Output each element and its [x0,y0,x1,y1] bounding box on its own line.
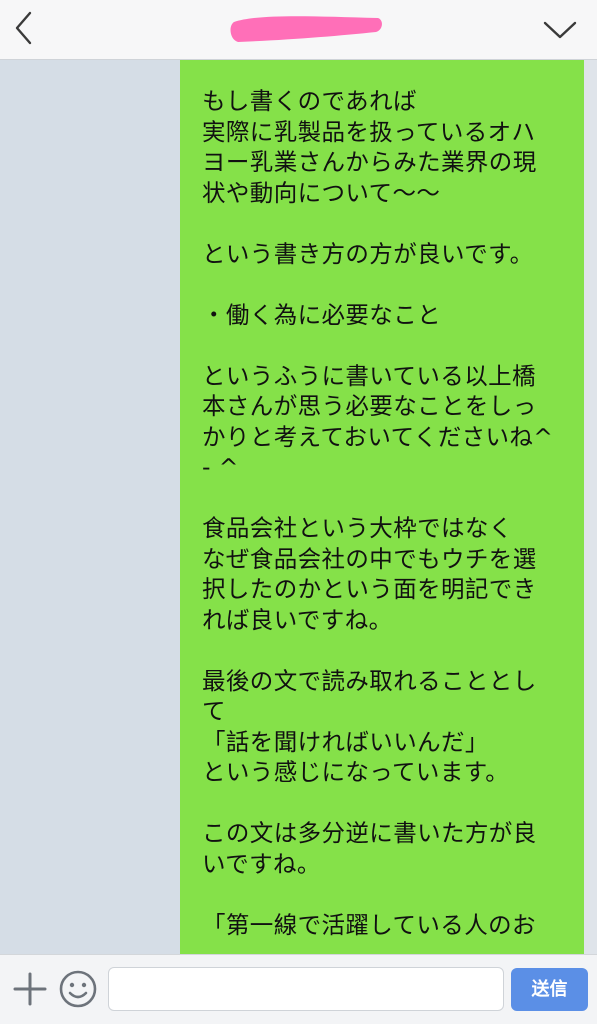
message-line: 状や動向について〜〜 [202,178,441,207]
message-line: この文は多分逆に書いた方が良 [202,819,537,847]
send-button[interactable]: 送信 [511,968,588,1011]
message-line: れば良いですね。 [202,605,393,634]
message-line: - ^ [202,453,239,481]
message-line: ・働く為に必要なこと [202,300,441,329]
message-text: もし書くのであれば 実際に乳製品を扱っているオハ ヨー乳業さんからみた業界の現 … [202,86,560,940]
message-line [202,635,560,666]
message-line [202,879,560,910]
message-line: 「第一線で活躍している人のお [202,910,536,939]
message-line: というふうに書いている以上橋 [202,361,536,390]
message-line: 択したのかという面を明記でき [202,575,537,603]
message-line [202,269,560,300]
redacted-chat-title [228,10,384,46]
chat-area[interactable]: もし書くのであれば 実際に乳製品を扱っているオハ ヨー乳業さんからみた業界の現 … [0,60,597,954]
message-line [202,208,560,239]
composer-bar: 送信 [0,954,597,1024]
chevron-left-icon [15,11,32,45]
chat-header [0,0,597,60]
message-line: 本さんが思う必要なことをしっ [202,392,537,420]
message-line: 食品会社という大枠ではなく [202,514,513,542]
message-line: 実際に乳製品を扱っているオハ [202,117,536,146]
emoji-button[interactable] [58,969,98,1009]
menu-toggle-button[interactable] [540,14,580,44]
message-line: という感じになっています。 [202,758,510,786]
message-line: なぜ食品会社の中でもウチを選 [202,544,537,573]
message-line: もし書くのであれば [202,87,417,115]
message-input[interactable] [108,967,504,1011]
message-line [202,483,560,514]
chat-screen: もし書くのであれば 実際に乳製品を扱っているオハ ヨー乳業さんからみた業界の現 … [0,0,597,1024]
chat-edge-strip [584,60,597,954]
message-line: ヨー乳業さんからみた業界の現 [202,148,537,176]
smiley-icon [59,970,97,1008]
plus-icon [13,972,47,1006]
message-line [202,788,560,819]
message-line: かりと考えておいてくださいね^ [202,422,554,451]
message-line [202,330,560,361]
back-button[interactable] [6,8,42,48]
message-line: いですね。 [202,849,321,878]
add-attachment-button[interactable] [12,971,48,1007]
message-line: という書き方の方が良いです。 [202,239,534,268]
message-line: 最後の文で読み取れることとし [202,666,537,695]
message-line: て [202,697,226,725]
message-bubble[interactable]: もし書くのであれば 実際に乳製品を扱っているオハ ヨー乳業さんからみた業界の現 … [180,60,584,954]
message-line: 「話を聞ければいいんだ」 [202,727,489,756]
chevron-down-icon [543,21,577,39]
